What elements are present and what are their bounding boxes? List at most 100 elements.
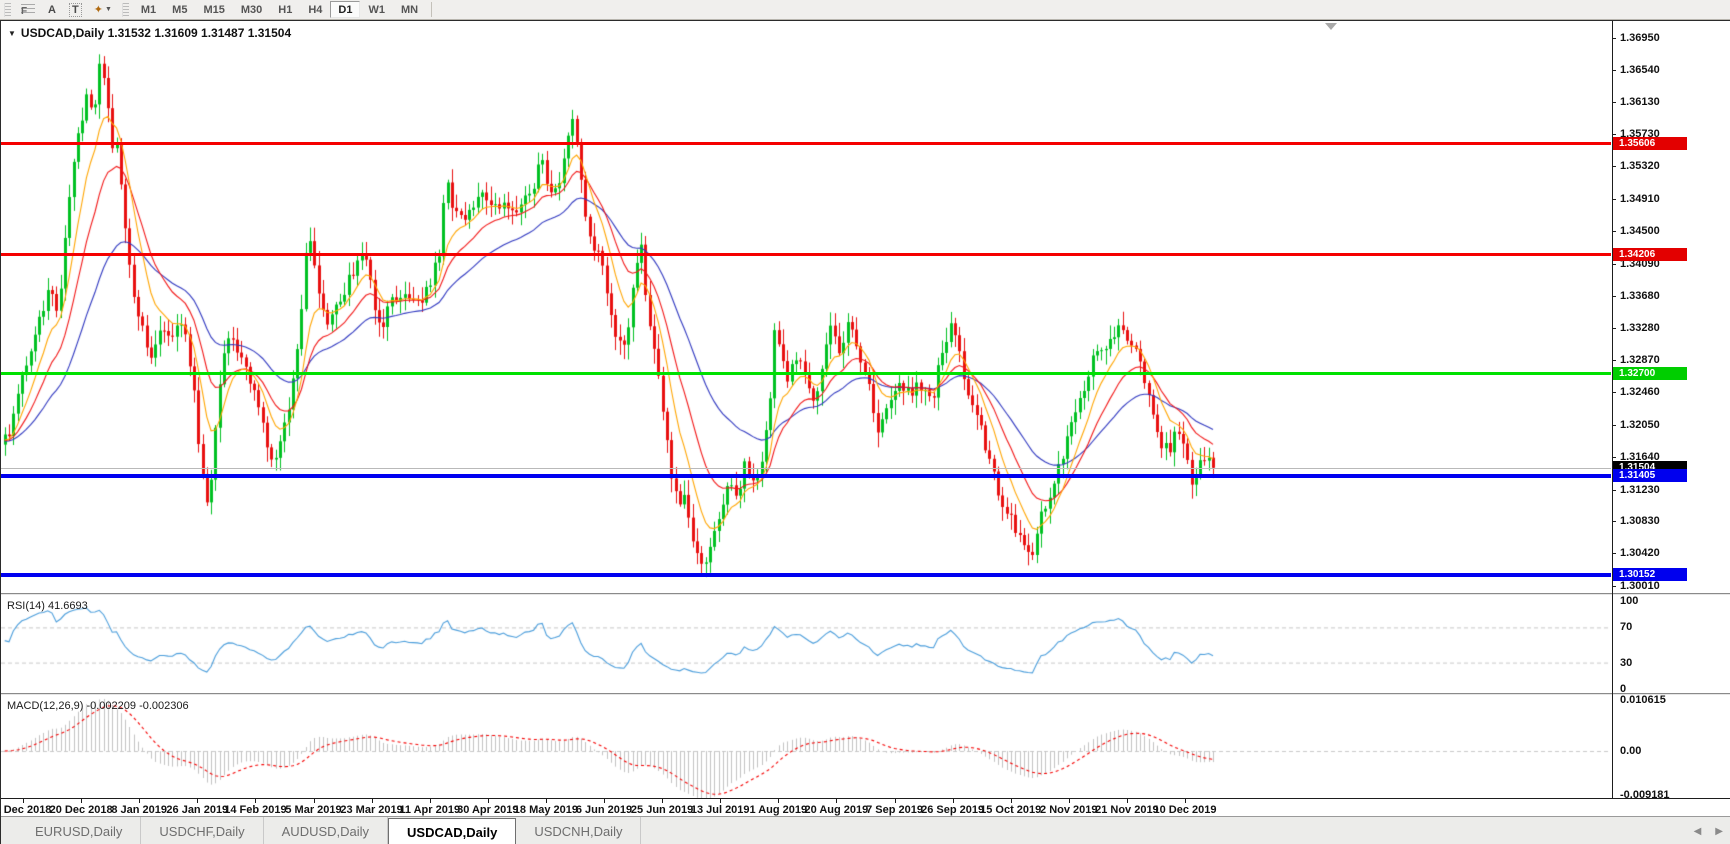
date-tick-mark <box>1069 799 1070 803</box>
chart-tab-eurusd[interactable]: EURUSD,Daily <box>17 817 141 844</box>
price-tick-label: 1.30420 <box>1620 547 1660 559</box>
tab-scroll-right-icon[interactable]: ▶ <box>1715 826 1723 837</box>
ohlc-dropdown-icon[interactable]: ▼ <box>8 29 16 38</box>
date-tick-mark <box>953 799 954 803</box>
arrows-icon: ✦ <box>94 3 103 16</box>
arrow-label-tool-button[interactable]: A <box>42 1 62 18</box>
toolbar-grip-2[interactable] <box>122 3 129 17</box>
toolbar-separator <box>431 2 432 17</box>
current-price-line <box>1 468 1611 469</box>
price-tick-mark <box>1612 521 1616 522</box>
price-level-badge: 1.30152 <box>1613 568 1687 581</box>
hline-support-upper[interactable] <box>1 474 1611 478</box>
chart-tab-usdcnh[interactable]: USDCNH,Daily <box>516 817 641 844</box>
price-tick-mark <box>1612 457 1616 458</box>
timeframe-button-h4[interactable]: H4 <box>300 1 330 18</box>
mt4-window: F A T ✦▼ M1M5M15M30H1H4D1W1MN 1.369501.3… <box>0 0 1730 844</box>
toolbar: F A T ✦▼ M1M5M15M30H1H4D1W1MN <box>0 0 1730 20</box>
price-level-badge: 1.32700 <box>1613 367 1687 380</box>
macd-axis-label: 0.010615 <box>1620 694 1666 706</box>
arrows-tool-button[interactable]: ✦▼ <box>89 1 117 18</box>
timeframe-button-d1[interactable]: D1 <box>330 1 360 18</box>
date-tick-mark <box>1011 799 1012 803</box>
rsi-indicator-canvas[interactable] <box>1 597 1609 693</box>
price-tick-label: 1.31230 <box>1620 484 1660 496</box>
date-tick-mark <box>488 799 489 803</box>
date-tick-mark <box>895 799 896 803</box>
pane-separator-main-rsi[interactable] <box>1 593 1730 595</box>
price-tick-mark <box>1612 38 1616 39</box>
timeframe-button-m15[interactable]: M15 <box>195 1 232 18</box>
date-axis: 1 Dec 201820 Dec 20188 Jan 201926 Jan 20… <box>1 798 1730 816</box>
chart-title: ▼ USDCAD,Daily 1.31532 1.31609 1.31487 1… <box>8 26 291 40</box>
price-tick-label: 1.34500 <box>1620 225 1660 237</box>
date-tick-mark <box>1185 799 1186 803</box>
price-level-badge: 1.31405 <box>1613 469 1687 482</box>
chart-tab-usdcad[interactable]: USDCAD,Daily <box>388 818 516 844</box>
chart-shift-marker-icon[interactable] <box>1325 23 1337 30</box>
pane-separator-rsi-macd[interactable] <box>1 693 1730 695</box>
text-t-icon: T <box>69 3 82 17</box>
macd-axis-label: 0.00 <box>1620 745 1641 757</box>
date-tick-mark <box>1127 799 1128 803</box>
fibonacci-icon: F <box>21 4 35 16</box>
timeframe-button-m1[interactable]: M1 <box>133 1 164 18</box>
chart-tab-usdchf[interactable]: USDCHF,Daily <box>141 817 263 844</box>
price-tick-mark <box>1612 392 1616 393</box>
tab-scroll-left-icon[interactable]: ◀ <box>1694 826 1702 837</box>
date-tick-mark <box>139 799 140 803</box>
timeframe-button-m5[interactable]: M5 <box>164 1 195 18</box>
hline-resistance-lower[interactable] <box>1 253 1611 256</box>
hline-mid-support-green[interactable] <box>1 372 1611 375</box>
price-tick-mark <box>1612 264 1616 265</box>
price-tick-label: 1.32050 <box>1620 419 1660 431</box>
date-tick-mark <box>546 799 547 803</box>
timeframe-button-w1[interactable]: W1 <box>360 1 393 18</box>
timeframe-button-mn[interactable]: MN <box>393 1 426 18</box>
price-tick-mark <box>1612 586 1616 587</box>
rsi-axis-label: 70 <box>1620 621 1632 633</box>
price-tick-label: 1.36950 <box>1620 32 1660 44</box>
price-tick-mark <box>1612 199 1616 200</box>
price-tick-label: 1.36540 <box>1620 64 1660 76</box>
price-tick-label: 1.35320 <box>1620 160 1660 172</box>
fibonacci-tool-button[interactable]: F <box>16 1 40 18</box>
chart-tab-audusd[interactable]: AUDUSD,Daily <box>264 817 388 844</box>
date-tick-mark <box>23 799 24 803</box>
price-tick-mark <box>1612 328 1616 329</box>
date-tick-mark <box>720 799 721 803</box>
chevron-down-icon: ▼ <box>105 6 112 13</box>
timeframe-button-h1[interactable]: H1 <box>270 1 300 18</box>
date-tick-mark <box>604 799 605 803</box>
chart-tab-bar: EURUSD,DailyUSDCHF,DailyAUDUSD,DailyUSDC… <box>1 816 1730 844</box>
price-tick-mark <box>1612 296 1616 297</box>
rsi-label: RSI(14) 41.6693 <box>7 600 88 612</box>
price-tick-mark <box>1612 231 1616 232</box>
rsi-axis-label: 30 <box>1620 657 1632 669</box>
price-tick-mark <box>1612 425 1616 426</box>
main-chart-canvas[interactable] <box>1 21 1609 593</box>
price-tick-label: 1.33680 <box>1620 290 1660 302</box>
date-tick-mark <box>372 799 373 803</box>
hline-resistance-upper[interactable] <box>1 142 1611 145</box>
chart-window: 1.369501.365401.361301.357301.353201.349… <box>0 20 1730 844</box>
price-tick-mark <box>1612 360 1616 361</box>
date-tick-mark <box>81 799 82 803</box>
text-tool-button[interactable]: T <box>64 1 87 18</box>
price-tick-label: 1.32870 <box>1620 354 1660 366</box>
price-tick-label: 1.32460 <box>1620 386 1660 398</box>
macd-indicator-canvas[interactable] <box>1 697 1609 798</box>
date-tick-mark <box>430 799 431 803</box>
date-tick-mark <box>836 799 837 803</box>
price-tick-label: 1.30010 <box>1620 580 1660 592</box>
toolbar-grip[interactable] <box>4 3 11 17</box>
price-level-badge: 1.35606 <box>1613 137 1687 150</box>
price-tick-label: 1.36130 <box>1620 96 1660 108</box>
hline-support-lower[interactable] <box>1 573 1611 577</box>
price-tick-mark <box>1612 70 1616 71</box>
timeframe-button-m30[interactable]: M30 <box>233 1 270 18</box>
price-level-badge: 1.34206 <box>1613 248 1687 261</box>
price-tick-mark <box>1612 490 1616 491</box>
price-tick-label: 1.30830 <box>1620 515 1660 527</box>
date-tick-mark <box>197 799 198 803</box>
